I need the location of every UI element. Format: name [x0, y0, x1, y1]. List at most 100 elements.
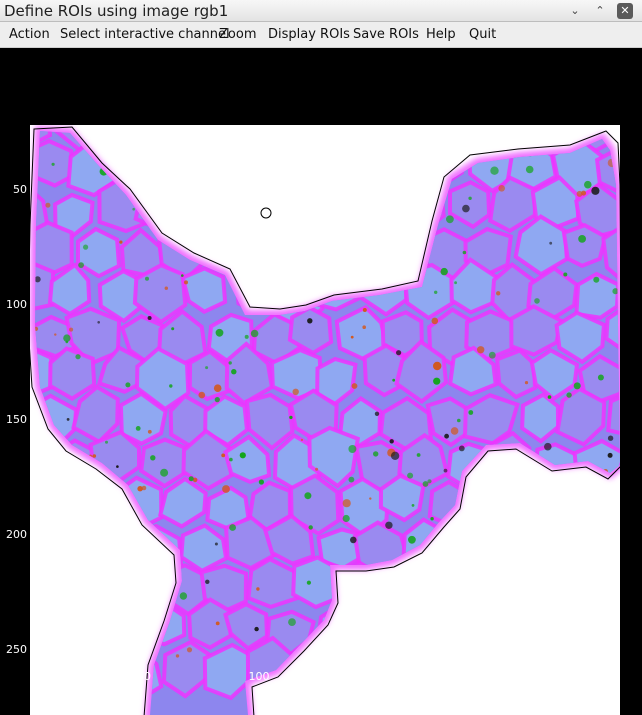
- fluorescent-spot: [112, 611, 121, 619]
- cell-membrane: [351, 182, 409, 238]
- cell-membrane: [311, 183, 361, 232]
- y-tick-label: 250: [6, 643, 27, 656]
- fluorescent-spot: [228, 361, 232, 365]
- menu-action[interactable]: Action: [9, 27, 50, 42]
- fluorescent-spot: [275, 171, 283, 179]
- fluorescent-spot: [250, 329, 259, 338]
- close-icon[interactable]: ✕: [617, 3, 633, 19]
- fluorescent-spot: [238, 161, 243, 166]
- cell-membrane: [329, 131, 383, 192]
- menu-display-rois[interactable]: Display ROIs: [268, 27, 350, 42]
- fluorescent-spot: [289, 415, 293, 420]
- cell-membrane: [48, 346, 97, 401]
- fluorescent-spot: [392, 378, 396, 382]
- fluorescent-spot: [304, 492, 312, 500]
- menu-quit[interactable]: Quit: [469, 27, 496, 42]
- fluorescent-spot: [470, 568, 477, 575]
- cell-membrane: [420, 637, 465, 693]
- cell-membrane: [377, 560, 434, 619]
- image-axes[interactable]: [30, 125, 620, 715]
- fluorescent-spot: [544, 686, 551, 693]
- cell-membrane: [294, 141, 345, 196]
- fluorescent-spot: [262, 169, 266, 172]
- fluorescent-spot: [525, 165, 534, 174]
- fluorescent-spot: [524, 381, 529, 385]
- fluorescent-spot: [355, 204, 358, 207]
- fluorescent-spot: [384, 229, 390, 235]
- cell-membrane: [243, 141, 291, 193]
- fluorescent-spot: [528, 482, 534, 487]
- fluorescent-spot: [38, 475, 47, 484]
- fluorescent-spot: [125, 382, 131, 388]
- fluorescent-spot: [421, 174, 427, 180]
- fluorescent-spot: [186, 647, 193, 653]
- fluorescent-spot: [292, 388, 299, 395]
- fluorescent-spot: [510, 519, 518, 528]
- fluorescent-spot: [348, 445, 357, 453]
- fluorescent-spot: [454, 708, 460, 714]
- menu-zoom[interactable]: Zoom: [219, 27, 256, 42]
- fluorescent-spot: [315, 467, 319, 471]
- cell-membrane: [534, 599, 590, 665]
- fluorescent-spot: [342, 499, 351, 508]
- minimize-chevron-down-icon[interactable]: ⌄: [567, 3, 583, 19]
- cell-membrane: [133, 175, 193, 235]
- fluorescent-spot: [309, 131, 315, 134]
- fluorescent-spot: [147, 316, 152, 320]
- fluorescent-spot: [116, 465, 119, 468]
- cell-membrane: [467, 549, 527, 616]
- fluorescent-spot: [462, 204, 470, 213]
- fluorescent-spot: [205, 366, 209, 370]
- fluorescent-spot: [256, 587, 260, 591]
- fluorescent-spot: [467, 660, 474, 666]
- fluorescent-spot: [236, 251, 240, 255]
- fluorescent-spot: [607, 435, 614, 441]
- fluorescent-spot: [433, 588, 442, 596]
- fluorescent-spot: [446, 215, 454, 224]
- cell-membrane: [48, 523, 97, 576]
- fluorescent-spot: [593, 276, 600, 283]
- fluorescent-spot: [576, 190, 583, 197]
- menu-select-interactive-channel[interactable]: Select interactive channel: [60, 27, 230, 42]
- fluorescent-spot: [350, 536, 357, 544]
- cell-membrane: [407, 131, 451, 150]
- fluorescent-spot: [342, 676, 347, 680]
- fluorescent-spot: [433, 377, 441, 385]
- fluorescent-spot: [444, 433, 449, 439]
- cell-membrane: [35, 473, 80, 534]
- fluorescent-spot: [513, 601, 517, 605]
- fluorescent-spot: [563, 272, 568, 277]
- cell-membrane: [330, 645, 382, 692]
- cell-membrane: [448, 131, 495, 153]
- cell-membrane: [68, 640, 118, 700]
- menu-save-rois[interactable]: Save ROIs: [353, 27, 419, 42]
- maximize-chevron-up-icon[interactable]: ⌃: [592, 3, 608, 19]
- fluorescent-spot: [100, 637, 107, 643]
- x-tick-label: 50: [137, 670, 151, 683]
- fluorescent-spot: [369, 497, 372, 500]
- cell-membrane: [177, 187, 234, 242]
- fluorescent-spot: [389, 439, 394, 444]
- fluorescent-spot: [47, 555, 56, 564]
- cell-membrane: [441, 518, 495, 572]
- fluorescent-spot: [45, 202, 51, 208]
- cell-membrane: [228, 131, 273, 149]
- cell-membrane: [364, 131, 410, 146]
- fluorescent-spot: [75, 613, 79, 617]
- fluorescent-spot: [408, 535, 416, 544]
- fluorescent-spot: [69, 327, 74, 332]
- fluorescent-spot: [368, 173, 371, 176]
- fluorescent-spot: [325, 677, 333, 685]
- cell-membrane: [572, 518, 620, 575]
- fluorescent-spot: [184, 280, 188, 285]
- fluorescent-spot: [452, 158, 459, 165]
- fluorescent-spot: [75, 485, 80, 491]
- fluorescent-spot: [394, 174, 399, 179]
- fluorescent-spot: [591, 186, 600, 195]
- cell-membrane: [35, 598, 56, 657]
- fluorescent-spot: [113, 656, 117, 661]
- microscopy-image[interactable]: [30, 125, 620, 715]
- fluorescent-spot: [150, 190, 157, 197]
- menu-help[interactable]: Help: [426, 27, 456, 42]
- fluorescent-spot: [150, 455, 156, 461]
